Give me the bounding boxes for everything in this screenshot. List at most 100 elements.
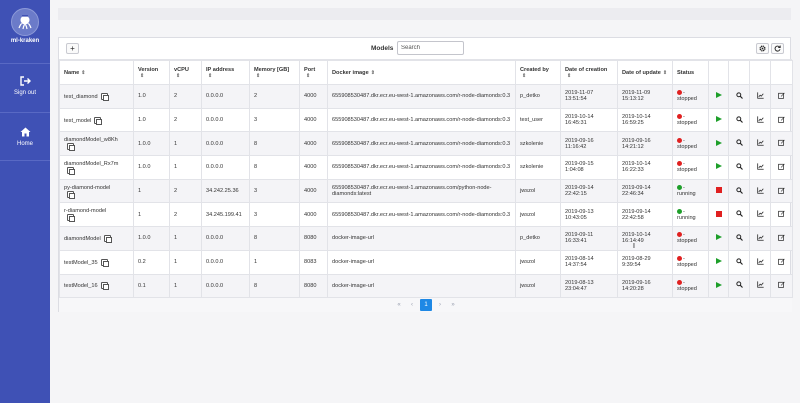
cell-version: 1.0 — [133, 107, 170, 133]
cell-docker-image: 655908530487.dkr.ecr.eu-west-1.amazonaws… — [327, 202, 516, 228]
cell-docker-image-text: 655908530487.dkr.ecr.eu-west-1.amazonaws… — [332, 211, 511, 218]
cell-name-text: testModel_16 — [64, 283, 98, 290]
settings-button[interactable] — [756, 43, 769, 54]
pagination: « ‹ 1 › » — [59, 297, 792, 312]
edit-button[interactable] — [770, 202, 793, 228]
cell-docker-image: docker-image-url — [327, 273, 516, 299]
prev-page-button[interactable]: ‹ — [407, 300, 417, 311]
inspect-button[interactable] — [728, 249, 750, 275]
edit-button[interactable] — [770, 84, 793, 109]
metrics-button[interactable] — [749, 226, 771, 251]
table-header-row: Name ⇕ Version ⇕ vCPU ⇕ IP address ⇕ Memory … — [59, 60, 793, 85]
col-header-created-by[interactable]: Created by ⇕ — [515, 60, 561, 85]
cell-version: 0.2 — [133, 249, 170, 275]
cell-date-update-text: 2019-09-14 22:42:58 — [622, 208, 651, 221]
col-header-date-update[interactable]: Date of update ⇕ — [617, 60, 673, 85]
cell-docker-image-text: 655908530487.dkr.ecr.eu-west-1.amazonaws… — [332, 185, 492, 198]
copy-icon[interactable] — [100, 258, 109, 267]
metrics-button[interactable] — [749, 155, 771, 180]
metrics-button[interactable] — [749, 107, 771, 133]
col-header-image[interactable]: Docker image ⇕ — [327, 60, 516, 85]
cell-name-text: test_diamond — [64, 93, 98, 100]
stop-button[interactable] — [708, 178, 729, 204]
start-button[interactable] — [708, 273, 729, 299]
cell-date-creation-text: 2019-09-16 11:16:42 — [565, 137, 594, 150]
copy-icon[interactable] — [67, 166, 75, 175]
col-header-name[interactable]: Name ⇕ — [59, 60, 134, 85]
edit-button[interactable] — [770, 107, 793, 133]
inspect-button[interactable] — [728, 273, 750, 299]
col-header-port[interactable]: Port ⇕ — [299, 60, 328, 85]
col-header-ip[interactable]: IP address ⇕ — [201, 60, 250, 85]
last-page-button[interactable]: » — [448, 300, 458, 311]
cell-docker-image-text: docker-image-url — [332, 259, 374, 266]
page-1-button[interactable]: 1 — [420, 299, 432, 311]
start-button[interactable] — [708, 249, 729, 275]
copy-icon[interactable] — [103, 234, 112, 243]
cell-vcpu: 1 — [169, 226, 202, 251]
copy-icon[interactable] — [67, 143, 75, 152]
cell-docker-image: 655908530487.dkr.ecr.eu-west-1.amazonaws… — [327, 131, 516, 157]
cell-date-update: 2019-11-09 15:13:12 — [617, 84, 673, 109]
inspect-button[interactable] — [728, 155, 750, 180]
metrics-button[interactable] — [749, 131, 771, 157]
cell-memory: 8 — [249, 273, 300, 299]
start-button[interactable] — [708, 226, 729, 251]
stop-button[interactable] — [708, 202, 729, 228]
col-header-memory[interactable]: Memory [GB] ⇕ — [249, 60, 300, 85]
col-header-date-creation[interactable]: Date of creation⇕ — [560, 60, 618, 85]
copy-icon[interactable] — [100, 92, 109, 101]
refresh-icon — [774, 45, 781, 52]
refresh-button[interactable] — [771, 43, 784, 54]
inspect-button[interactable] — [728, 202, 750, 228]
start-button[interactable] — [708, 155, 729, 180]
first-page-button[interactable]: « — [394, 300, 404, 311]
cell-date-update-text: 2019-10-14 16:59:25 — [622, 114, 651, 127]
start-button[interactable] — [708, 84, 729, 109]
app-logo: ml-kraken — [0, 8, 50, 44]
copy-icon[interactable] — [67, 214, 75, 223]
sidebar-item-home[interactable]: Home — [0, 127, 50, 169]
copy-icon[interactable] — [100, 282, 109, 291]
cell-ip: 0.0.0.0 — [201, 131, 250, 157]
cell-ip-text: 0.0.0.0 — [206, 282, 224, 289]
inspect-button[interactable] — [728, 84, 750, 109]
start-button[interactable] — [708, 107, 729, 133]
edit-button[interactable] — [770, 131, 793, 157]
cell-vcpu-text: 2 — [174, 211, 178, 218]
copy-icon[interactable] — [67, 190, 75, 199]
inspect-button[interactable] — [728, 131, 750, 157]
next-page-button[interactable]: › — [435, 300, 445, 311]
metrics-button[interactable] — [749, 202, 771, 228]
copy-icon[interactable] — [94, 116, 103, 125]
edit-button[interactable] — [770, 249, 793, 275]
edit-button[interactable] — [770, 226, 793, 251]
edit-button[interactable] — [770, 155, 793, 180]
edit-button[interactable] — [770, 178, 793, 204]
cell-vcpu-text: 1 — [174, 140, 178, 147]
metrics-button[interactable] — [749, 178, 771, 204]
chart-icon — [756, 281, 764, 289]
sort-icon: ⇕ — [256, 72, 261, 79]
add-model-button[interactable]: + — [66, 43, 79, 54]
cell-vcpu: 2 — [169, 178, 202, 204]
models-label: Models — [371, 45, 394, 52]
metrics-button[interactable] — [749, 249, 771, 275]
col-header-version[interactable]: Version ⇕ — [133, 60, 170, 85]
edit-button[interactable] — [770, 273, 793, 299]
cell-memory-text: 3 — [254, 211, 258, 218]
start-button[interactable] — [708, 131, 729, 157]
cell-ip: 0.0.0.0 — [201, 107, 250, 133]
inspect-button[interactable] — [728, 107, 750, 133]
metrics-button[interactable] — [749, 84, 771, 109]
metrics-button[interactable] — [749, 273, 771, 299]
col-header-vcpu[interactable]: vCPU ⇕ — [169, 60, 202, 85]
cell-date-update: 2019-10-14 16:14:49 — [617, 226, 673, 251]
search-input[interactable] — [397, 41, 464, 55]
cell-date-creation-text: 2019-09-11 16:33:41 — [565, 232, 594, 245]
play-icon — [715, 281, 722, 288]
inspect-button[interactable] — [728, 178, 750, 204]
cell-status: - stopped — [672, 249, 709, 275]
inspect-button[interactable] — [728, 226, 750, 251]
col-header-status: Status — [672, 60, 709, 85]
